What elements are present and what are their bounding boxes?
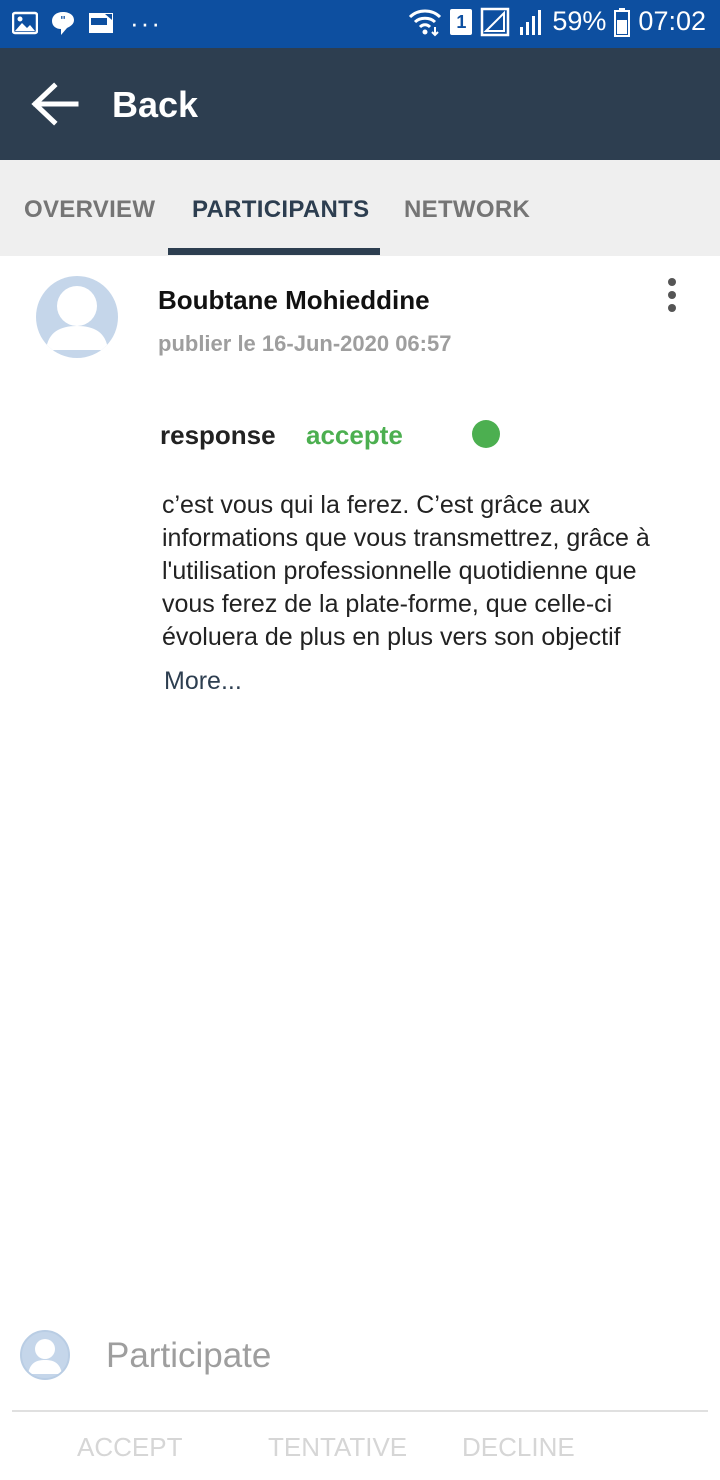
tentative-button[interactable]: TENTATIVE: [268, 1432, 407, 1463]
more-notifications-indicator: ···: [130, 8, 162, 38]
wifi-icon: [409, 9, 442, 36]
decline-button[interactable]: DECLINE: [462, 1432, 575, 1463]
divider: [12, 1410, 708, 1412]
signal-strength-icon: [520, 9, 542, 35]
sim-indicator: 1: [450, 8, 473, 35]
chat-bubble-icon: ": [52, 12, 74, 35]
post-body-line: informations que vous transmettrez, grâc…: [162, 524, 650, 552]
avatar[interactable]: [36, 276, 118, 358]
accept-button[interactable]: ACCEPT: [77, 1432, 182, 1463]
clock: 07:02: [638, 6, 706, 36]
post-body-line: c’est vous qui la ferez. C’est grâce aux: [162, 491, 590, 519]
tab-overview[interactable]: OVERVIEW: [24, 196, 155, 224]
tab-network[interactable]: NETWORK: [404, 196, 530, 224]
active-tab-indicator: [168, 248, 380, 255]
battery-percent: 59%: [552, 6, 607, 36]
post-body-line: vous ferez de la plate-forme, que celle-…: [162, 590, 613, 618]
more-options-icon[interactable]: [662, 278, 682, 316]
svg-text:": ": [60, 14, 66, 27]
status-bar-system: 1 59% 07:02: [408, 6, 706, 37]
status-dot-icon: [472, 420, 500, 448]
post-body: c’est vous qui la ferez. C’est grâce aux…: [162, 489, 714, 654]
person-icon: [28, 1339, 62, 1374]
author-name[interactable]: Boubtane Mohieddine: [158, 285, 430, 316]
response-status: accepte: [306, 420, 403, 450]
person-icon: [46, 286, 108, 350]
signal-box-icon: [481, 7, 510, 36]
current-user-avatar: [20, 1330, 70, 1380]
post-date: publier le 16-Jun-2020 06:57: [158, 331, 452, 356]
more-link[interactable]: More...: [164, 667, 242, 696]
app-bar: Back: [0, 48, 720, 160]
participate-input[interactable]: Participate: [106, 1336, 271, 1376]
tab-participants[interactable]: PARTICIPANTS: [192, 196, 369, 224]
battery-icon: [614, 7, 631, 37]
app-notification-icon: [89, 13, 113, 33]
gallery-icon: [12, 11, 38, 35]
post-body-line: évoluera de plus en plus vers son object…: [162, 623, 621, 651]
back-arrow-icon[interactable]: [30, 82, 80, 126]
response-label: response: [160, 420, 276, 450]
post-body-line: l'utilisation professionnelle quotidienn…: [162, 557, 637, 585]
tab-bar: OVERVIEW PARTICIPANTS NETWORK: [0, 160, 720, 256]
back-button-label[interactable]: Back: [112, 84, 198, 126]
status-bar-notifications: " ···: [12, 10, 162, 36]
status-bar: " ··· 1 59% 07:02: [0, 0, 720, 48]
